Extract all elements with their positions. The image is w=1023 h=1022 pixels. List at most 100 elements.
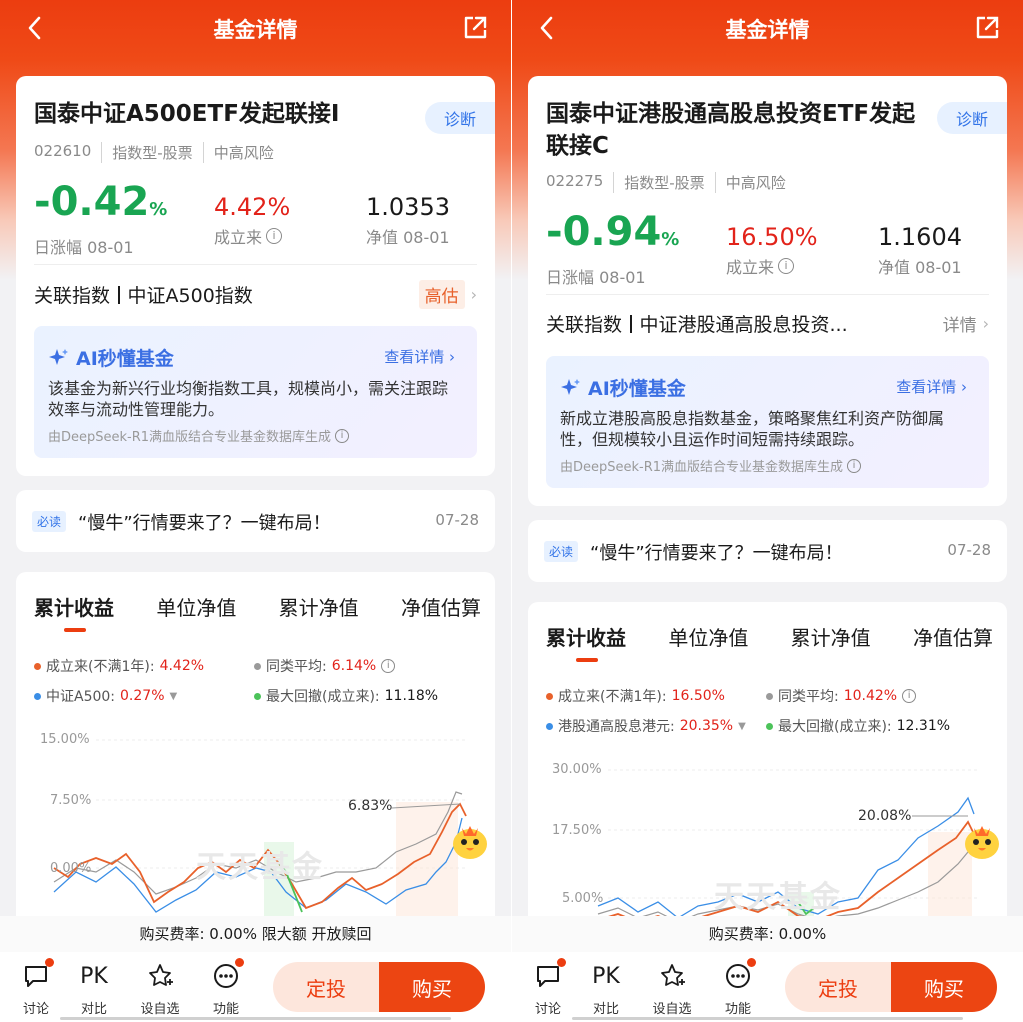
news-date: 07-28	[947, 541, 991, 559]
notification-dot	[235, 958, 244, 967]
chat-icon	[537, 966, 559, 987]
related-index-name: 中证A500指数	[127, 285, 253, 307]
daily-change-value: -0.42	[34, 179, 150, 225]
related-index-row[interactable]: 关联指数 中证港股通高股息投资... 详情 ›	[546, 310, 989, 337]
must-read-badge: 必读	[32, 511, 67, 532]
y-tick-low: 0.00%	[50, 861, 92, 876]
sparkle-icon	[561, 378, 580, 395]
watermark: 天天基金	[714, 880, 842, 915]
fund-type: 指数型-股票	[613, 172, 714, 193]
fund-meta: 022275 指数型-股票 中高风险	[546, 172, 796, 193]
function-button[interactable]: 功能	[204, 958, 248, 1017]
daily-change-value: -0.94	[546, 209, 662, 255]
info-icon[interactable]: i	[266, 228, 283, 244]
fund-risk: 中高风险	[202, 142, 284, 163]
fund-meta: 022610 指数型-股票 中高风险	[34, 142, 284, 163]
related-index-row[interactable]: 关联指数 中证A500指数 高估 ›	[34, 280, 477, 309]
diagnose-button[interactable]: 诊断	[425, 102, 495, 134]
nav-label: 净值 08-01	[366, 228, 450, 247]
nav-value: 1.1604	[878, 223, 962, 251]
chart-callout: 20.08%	[858, 808, 912, 824]
page-title: 基金详情	[725, 18, 810, 42]
notification-dot	[45, 958, 54, 967]
since-return-stat[interactable]: 4.42% 成立来 i	[214, 192, 290, 248]
valuation-tag: 高估	[418, 280, 465, 309]
star-plus-icon	[149, 964, 173, 986]
related-index-label: 关联指数	[546, 314, 623, 336]
daily-change-label: 日涨幅 08-01	[34, 238, 134, 257]
return-chart	[53, 739, 467, 922]
more-icon	[214, 964, 238, 988]
add-watchlist-button[interactable]: 设自选	[138, 960, 182, 1017]
pk-icon: PK	[80, 963, 108, 989]
mascot-icon[interactable]	[448, 818, 492, 862]
since-return-value: 4.42%	[214, 193, 291, 221]
fund-code: 022275	[546, 172, 604, 190]
nav-stat: 1.1604 净值 08-01	[878, 222, 962, 278]
right-fund-panel: 基金详情 国泰中证港股通高股息投资ETF发起联接C 诊断 022275 指数型-…	[512, 0, 1023, 1022]
ai-summary-text: 该基金为新兴行业均衡指数工具，规模尚小，需关注跟踪效率与流动性管理能力。	[48, 379, 449, 419]
since-return-stat[interactable]: 16.50% 成立来 i	[726, 222, 818, 278]
news-banner[interactable]: 必读 “慢牛”行情要来了？一键布局！ 07-28	[16, 490, 495, 552]
chart-callout: 6.83%	[348, 798, 393, 814]
divider	[34, 264, 477, 265]
diagnose-button[interactable]: 诊断	[937, 102, 1007, 134]
nav-value: 1.0353	[366, 193, 450, 221]
mascot-icon[interactable]	[960, 818, 1004, 862]
news-banner[interactable]: 必读 “慢牛”行情要来了？一键布局！ 07-28	[528, 520, 1007, 582]
divider	[546, 294, 989, 295]
news-date: 07-28	[435, 511, 479, 529]
bottom-bar: 讨论 PK 对比 设自选 功能 定投 购买	[0, 952, 511, 1022]
ai-summary-text: 新成立港股高股息指数基金，策略聚焦红利资产防御属性，但规模较小且运作时间短需持续…	[560, 409, 945, 449]
home-indicator	[572, 1017, 963, 1020]
fee-info: 购买费率: 0.00% 限大额 开放赎回	[0, 916, 511, 952]
pk-icon: PK	[592, 963, 620, 989]
more-icon	[726, 964, 750, 988]
share-icon[interactable]	[461, 14, 489, 42]
ai-view-details-link[interactable]: 查看详情 ›	[384, 346, 455, 367]
ai-view-details-link[interactable]: 查看详情 ›	[896, 376, 967, 397]
fund-name: 国泰中证A500ETF发起联接I	[34, 101, 340, 127]
ai-title: AI秒懂基金	[48, 344, 174, 371]
buy-button[interactable]: 购买	[891, 962, 997, 1012]
chat-icon	[25, 966, 47, 987]
nav-stat: 1.0353 净值 08-01	[366, 192, 450, 248]
info-icon[interactable]: i	[778, 258, 795, 274]
star-plus-icon	[661, 964, 685, 986]
chart-card: 累计收益 单位净值 累计净值 净值估算 成立来(不满1年): 4.42% 同类平均…	[16, 572, 495, 972]
compare-button[interactable]: PK 对比	[584, 960, 628, 1018]
fee-info: 购买费率: 0.00%	[512, 916, 1023, 952]
discuss-button[interactable]: 讨论	[14, 958, 58, 1017]
auto-invest-button[interactable]: 定投	[273, 962, 379, 1012]
notification-dot	[557, 958, 566, 967]
ai-summary-box: AI秒懂基金 查看详情 › 该基金为新兴行业均衡指数工具，规模尚小，需关注跟踪效…	[34, 326, 477, 458]
info-icon[interactable]: i	[847, 458, 862, 473]
screen: 基金详情 国泰中证A500ETF发起联接I 诊断 022610 指数型-股票 中…	[0, 0, 1023, 1022]
separator	[630, 314, 632, 333]
fund-code: 022610	[34, 142, 92, 160]
bottom-bar: 讨论 PK 对比 设自选 功能 定投 购买	[512, 952, 1023, 1022]
add-watchlist-button[interactable]: 设自选	[650, 960, 694, 1017]
function-button[interactable]: 功能	[716, 958, 760, 1017]
auto-invest-button[interactable]: 定投	[785, 962, 891, 1012]
fund-info-card: 国泰中证港股通高股息投资ETF发起联接C 诊断 022275 指数型-股票 中高…	[528, 76, 1007, 506]
separator	[118, 285, 120, 304]
nav-bar: 基金详情	[512, 0, 1023, 58]
daily-change-label: 日涨幅 08-01	[546, 268, 646, 287]
compare-button[interactable]: PK 对比	[72, 960, 116, 1018]
info-icon[interactable]: i	[335, 428, 350, 443]
discuss-button[interactable]: 讨论	[526, 958, 570, 1017]
buy-button[interactable]: 购买	[379, 962, 485, 1012]
sparkle-icon	[49, 348, 68, 365]
chevron-right-icon: ›	[470, 285, 477, 304]
must-read-badge: 必读	[544, 541, 579, 562]
ai-footer: 由DeepSeek-R1满血版结合专业基金数据库生成 i	[48, 426, 350, 445]
share-icon[interactable]	[973, 14, 1001, 42]
ai-title: AI秒懂基金	[560, 374, 686, 401]
y-tick-top: 15.00%	[40, 732, 90, 747]
fund-info-card: 国泰中证A500ETF发起联接I 诊断 022610 指数型-股票 中高风险 -…	[16, 76, 495, 476]
watermark: 天天基金	[196, 850, 324, 885]
news-headline: “慢牛”行情要来了？一键布局！	[78, 513, 331, 534]
y-tick-mid: 17.50%	[552, 823, 602, 838]
nav-bar: 基金详情	[0, 0, 511, 58]
